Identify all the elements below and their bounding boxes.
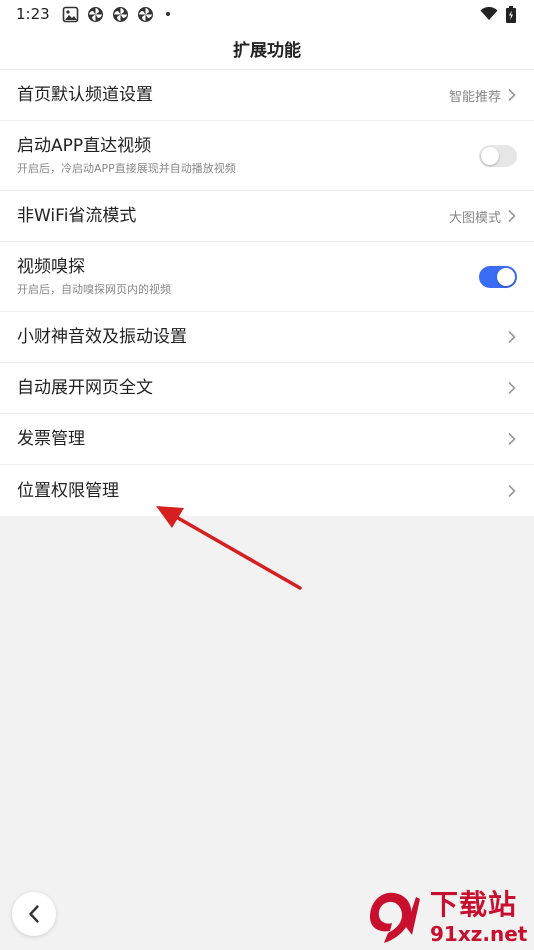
pinwheel-icon [112, 6, 128, 22]
battery-icon [506, 5, 516, 23]
setting-invoice-management[interactable]: 发票管理 [0, 414, 534, 465]
wifi-icon [480, 7, 498, 20]
launch-video-toggle[interactable] [479, 144, 517, 167]
setting-label: 位置权限管理 [17, 480, 119, 501]
chevron-right-icon [508, 330, 516, 344]
status-bar: 1:23 [0, 0, 534, 28]
back-arrow-icon [29, 905, 39, 923]
chevron-right-icon [508, 209, 516, 223]
toggle-knob [481, 146, 499, 165]
setting-label: 启动APP直达视频 [17, 136, 152, 156]
setting-description: 开启后，冷启动APP直接展现并自动播放视频 [17, 162, 236, 175]
setting-video-sniffing: 视频嗅探 开启后，自动嗅探网页内的视频 [0, 242, 534, 312]
setting-non-wifi-mode[interactable]: 非WiFi省流模式 大图模式 [0, 191, 534, 242]
watermark-title: 下载站 [430, 888, 518, 921]
setting-description: 开启后，自动嗅探网页内的视频 [17, 283, 171, 296]
site-watermark: 下载站 91xz.net [360, 885, 534, 950]
setting-sound-vibration[interactable]: 小财神音效及振动设置 [0, 312, 534, 363]
setting-label: 小财神音效及振动设置 [17, 327, 187, 347]
setting-label: 自动展开网页全文 [17, 378, 153, 398]
setting-label: 发票管理 [17, 429, 85, 449]
setting-label: 首页默认频道设置 [17, 85, 153, 105]
pinwheel-icon [87, 6, 103, 22]
video-sniffing-toggle[interactable] [479, 265, 517, 288]
setting-label: 视频嗅探 [17, 257, 85, 277]
toggle-knob [497, 267, 515, 286]
chevron-right-icon [508, 484, 516, 497]
settings-list: 首页默认频道设置 智能推荐 启动APP直达视频 开启后，冷启动APP直接展现并自… [0, 70, 534, 516]
setting-value: 智能推荐 [448, 89, 501, 105]
setting-launch-video: 启动APP直达视频 开启后，冷启动APP直接展现并自动播放视频 [0, 121, 534, 191]
page-title: 扩展功能 [233, 41, 301, 61]
setting-location-permission[interactable]: 位置权限管理 [0, 465, 534, 516]
setting-home-channel[interactable]: 首页默认频道设置 智能推荐 [0, 70, 534, 121]
chevron-right-icon [508, 381, 516, 395]
photo-icon [62, 6, 78, 22]
back-button[interactable] [12, 892, 56, 936]
page-header: 扩展功能 [0, 28, 534, 70]
watermark-logo [370, 892, 420, 943]
notification-dot [165, 12, 170, 16]
chevron-right-icon [508, 432, 516, 446]
setting-label: 非WiFi省流模式 [17, 206, 137, 226]
chevron-right-icon [508, 88, 516, 102]
setting-expand-fulltext[interactable]: 自动展开网页全文 [0, 363, 534, 414]
pinwheel-icon [137, 6, 153, 22]
status-time: 1:23 [16, 5, 50, 23]
watermark-domain: 91xz.net [430, 922, 528, 946]
setting-value: 大图模式 [448, 210, 501, 226]
